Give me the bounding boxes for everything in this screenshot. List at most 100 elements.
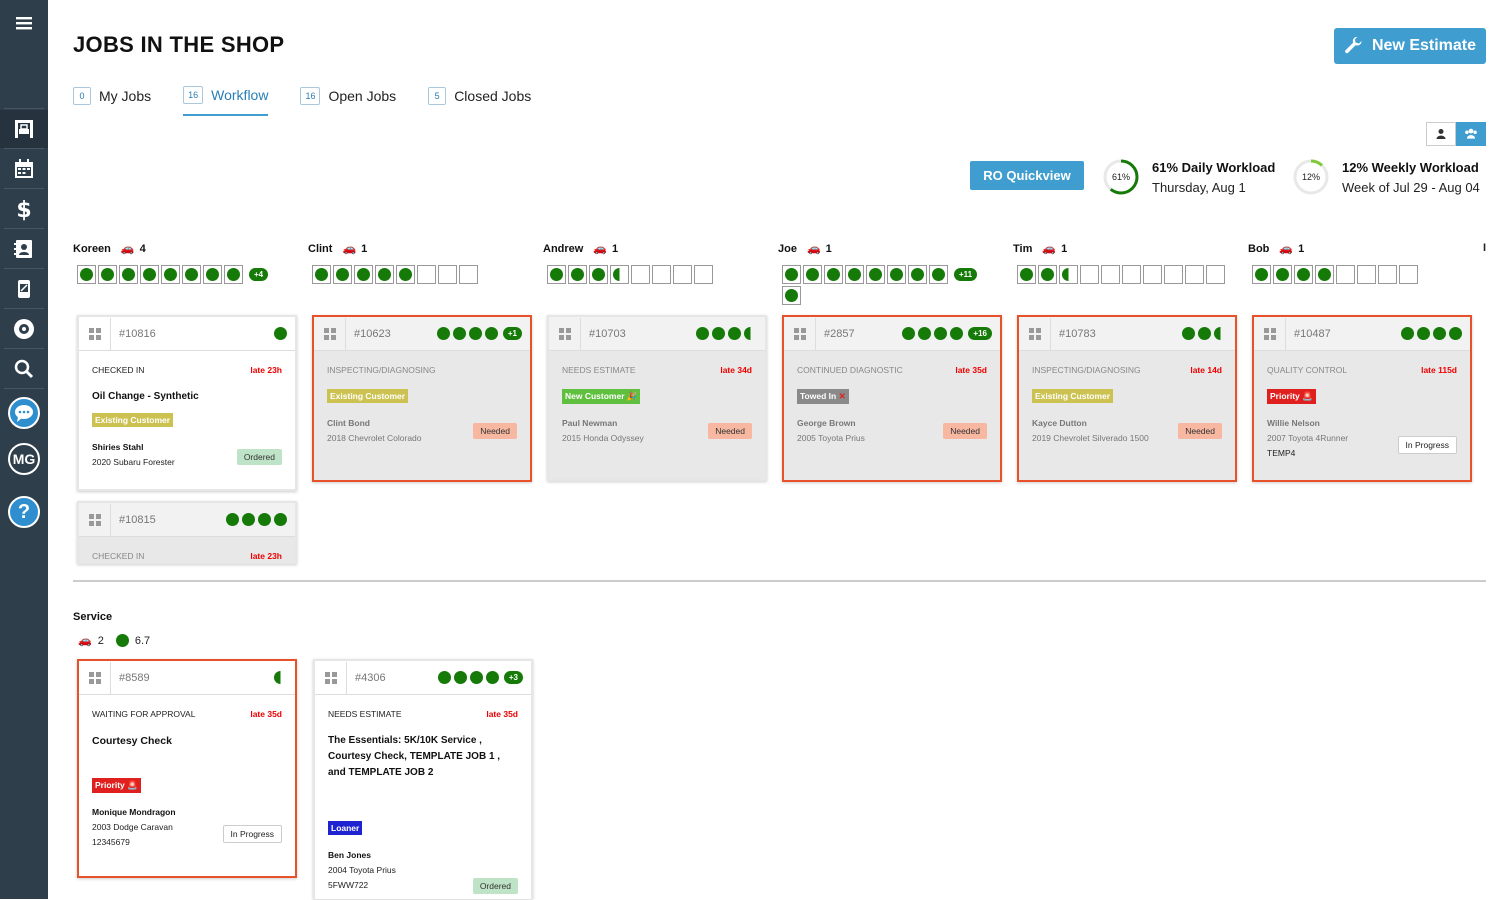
customer-name: Ben Jones [328, 850, 518, 860]
job-status: INSPECTING/DIAGNOSING [327, 365, 436, 375]
job-status: CHECKED IN [92, 365, 144, 375]
job-status: NEEDS ESTIMATE [562, 365, 636, 375]
next-tech-name: I [1483, 242, 1486, 254]
job-card[interactable]: #10487 QUALITY CONTROL late 115d Priority… [1252, 315, 1472, 482]
x-icon: ✕ [839, 391, 846, 401]
car-icon: 🚗 [121, 242, 135, 255]
drag-handle-icon[interactable] [315, 662, 347, 694]
calendar-icon[interactable] [0, 150, 48, 188]
tech-name: Koreen [73, 243, 111, 255]
tech-column-joe: Joe🚗1 +11 [778, 242, 1003, 305]
service-stats: 🚗 2 6.7 [78, 634, 150, 647]
view-toggle [1426, 122, 1486, 146]
job-card[interactable]: #4306+3 NEEDS ESTIMATElate 35d The Essen… [313, 659, 533, 899]
ro-number: #10623 [354, 328, 437, 340]
search-icon[interactable] [0, 350, 48, 388]
late-indicator: late 23h [250, 551, 282, 561]
job-status: CHECKED IN [92, 551, 144, 561]
tab-open-jobs[interactable]: 16Open Jobs [300, 86, 396, 116]
job-card[interactable]: #2857+16 CONTINUED DIAGNOSTIClate 35d To… [782, 315, 1002, 482]
tech-column-tim: Tim🚗1 [1013, 242, 1238, 284]
late-indicator: late 35d [486, 709, 518, 719]
shop-lift-icon[interactable] [0, 110, 48, 148]
tab-bar: 0My Jobs 16Workflow 16Open Jobs 5Closed … [73, 86, 563, 116]
drag-handle-icon[interactable] [1254, 318, 1286, 350]
car-icon: 🚗 [78, 634, 92, 647]
section-divider [73, 580, 1486, 582]
job-card[interactable]: #10816 CHECKED INlate 23h Oil Change - S… [77, 315, 297, 491]
ro-number: #2857 [824, 328, 902, 340]
job-card[interactable]: #10623 +1 INSPECTING/DIAGNOSING Existing … [312, 315, 532, 482]
time-slots [312, 265, 522, 284]
job-status: WAITING FOR APPROVAL [92, 709, 195, 719]
chat-icon[interactable] [0, 394, 48, 432]
job-status: INSPECTING/DIAGNOSING [1032, 365, 1141, 375]
customer-tag: Existing Customer [92, 413, 173, 427]
help-icon[interactable]: ? [0, 493, 48, 531]
customer-tag: New Customer 🎉 [562, 389, 640, 404]
new-estimate-button[interactable]: New Estimate [1334, 28, 1486, 64]
job-title: The Essentials: 5K/10K Service , Courtes… [328, 733, 518, 781]
inventory-icon[interactable] [0, 270, 48, 308]
drag-handle-icon[interactable] [79, 318, 111, 350]
user-icon [1435, 128, 1447, 140]
job-status: CONTINUED DIAGNOSTIC [797, 365, 903, 375]
job-status: NEEDS ESTIMATE [328, 709, 402, 719]
tech-name: Clint [308, 243, 332, 255]
team-view-button[interactable] [1456, 122, 1486, 146]
job-card[interactable]: #8589 WAITING FOR APPROVALlate 35d Court… [77, 659, 297, 878]
tech-name: Joe [778, 243, 797, 255]
parts-status-badge: Ordered [473, 878, 518, 894]
overflow-badge: +1 [503, 327, 522, 340]
late-indicator: late 35d [250, 709, 282, 719]
daily-workload-gauge: 61% [1102, 158, 1140, 196]
users-icon [1463, 127, 1479, 141]
parts-status-badge: In Progress [223, 825, 282, 843]
tire-icon[interactable] [0, 310, 48, 348]
car-icon: 🚗 [593, 242, 607, 255]
dollar-icon[interactable]: $ [0, 190, 48, 228]
drag-handle-icon[interactable] [79, 504, 111, 536]
tab-workflow[interactable]: 16Workflow [183, 86, 268, 116]
job-card[interactable]: #10703 NEEDS ESTIMATElate 34d New Custom… [547, 315, 767, 481]
drag-handle-icon[interactable] [79, 662, 111, 694]
tab-closed-jobs[interactable]: 5Closed Jobs [428, 86, 531, 116]
tech-name: Andrew [543, 243, 583, 255]
time-slots [1017, 265, 1227, 284]
late-indicator: late 115d [1421, 365, 1457, 375]
drag-handle-icon[interactable] [784, 318, 816, 350]
daily-workload: 61% 61% Daily Workload Thursday, Aug 1 [1102, 158, 1275, 196]
time-slots [1252, 265, 1462, 284]
parts-status-badge: Needed [943, 423, 987, 439]
time-slots: +4 [77, 265, 287, 284]
siren-icon: 🚨 [127, 780, 138, 790]
tech-column-andrew: Andrew🚗1 [543, 242, 768, 284]
menu-icon[interactable] [0, 4, 48, 42]
single-user-view-button[interactable] [1426, 122, 1456, 146]
job-card[interactable]: #10783 INSPECTING/DIAGNOSINGlate 14d Exi… [1017, 315, 1237, 482]
loaner-tag: Loaner [328, 821, 362, 835]
car-icon: 🚗 [342, 242, 356, 255]
parts-status-badge: Needed [473, 423, 517, 439]
customer-name: Monique Mondragon [92, 807, 282, 817]
ro-number: #4306 [355, 672, 438, 684]
ro-number: #10487 [1294, 328, 1401, 340]
weekly-workload-gauge: 12% [1292, 158, 1330, 196]
ro-quickview-button[interactable]: RO Quickview [970, 161, 1084, 190]
user-avatar[interactable]: MG [0, 440, 48, 478]
customer-tag: Existing Customer [327, 389, 408, 403]
priority-tag: Priority 🚨 [1267, 389, 1316, 404]
contacts-icon[interactable] [0, 230, 48, 268]
job-title: Oil Change - Synthetic [92, 389, 282, 405]
siren-icon: 🚨 [1302, 391, 1313, 401]
job-card[interactable]: #10815 CHECKED INlate 23h [77, 501, 297, 564]
job-status: QUALITY CONTROL [1267, 365, 1347, 375]
drag-handle-icon[interactable] [314, 318, 346, 350]
car-icon: 🚗 [1042, 242, 1056, 255]
drag-handle-icon[interactable] [1019, 318, 1051, 350]
page-title: JOBS IN THE SHOP [73, 32, 284, 58]
time-slots: +11 [782, 265, 992, 305]
parts-status-badge: In Progress [1398, 436, 1457, 454]
tab-my-jobs[interactable]: 0My Jobs [73, 86, 151, 116]
drag-handle-icon[interactable] [549, 318, 581, 350]
